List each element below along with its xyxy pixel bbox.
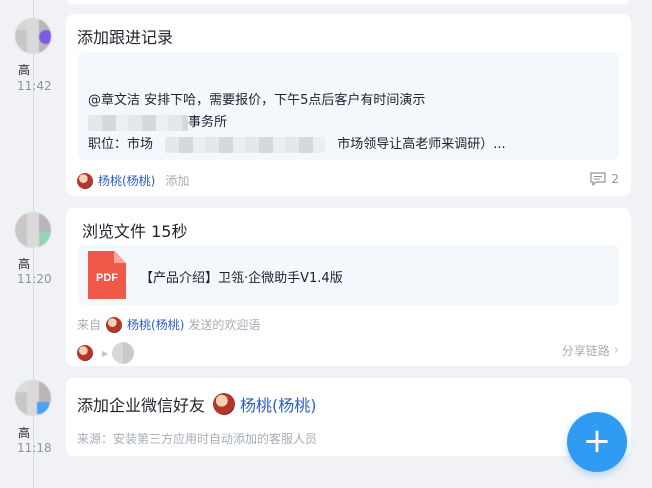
pdf-fold-icon xyxy=(114,251,126,263)
user-avatar xyxy=(112,342,135,364)
plus-icon: + xyxy=(582,420,612,461)
redacted-text xyxy=(165,136,326,153)
timestamp: 11:42 xyxy=(17,79,52,93)
previous-card xyxy=(66,0,631,4)
follow-up-card: 添加跟进记录 @章文洁 安排下哈，需要报价，下午5点后客户有时间演示 事务所 职… xyxy=(66,14,631,196)
comment-count: 2 xyxy=(611,172,619,186)
card-title-row: 添加企业微信好友 杨桃(杨桃) xyxy=(77,392,317,416)
avatar xyxy=(15,212,51,248)
file-name: 【产品介绍】卫瓴·企微助手V1.4版 xyxy=(140,271,343,286)
note-line: 事务所 xyxy=(88,111,227,131)
action-label: 添加 xyxy=(165,174,190,188)
add-button[interactable]: + xyxy=(567,412,627,472)
user-avatar xyxy=(213,393,236,415)
user-link[interactable]: 杨桃(杨桃) xyxy=(127,316,184,333)
comment-button[interactable]: 2 xyxy=(590,172,619,186)
note-box[interactable]: @章文洁 安排下哈，需要报价，下午5点后客户有时间演示 事务所 职位：市场 市场… xyxy=(78,52,619,160)
avatar xyxy=(15,18,51,54)
user-link[interactable]: 杨桃(杨桃) xyxy=(98,172,155,189)
timestamp: 11:18 xyxy=(17,441,52,455)
from-prefix: 来自 xyxy=(77,318,102,332)
author-name: 高 xyxy=(18,63,31,77)
from-suffix: 发送的欢迎语 xyxy=(188,318,261,332)
sender-line: 来自 杨桃(杨桃) 发送的欢迎语 xyxy=(77,316,260,333)
user-link[interactable]: 杨桃(杨桃) xyxy=(240,392,317,416)
share-chain-link[interactable]: 分享链路 › xyxy=(562,342,619,359)
timestamp: 11:20 xyxy=(17,272,52,286)
user-avatar xyxy=(77,172,93,189)
author-name: 高 xyxy=(18,426,31,440)
source-line: 来源：安装第三方应用时自动添加的客服人员 xyxy=(77,430,317,447)
source-text: 来源：安装第三方应用时自动添加的客服人员 xyxy=(77,432,318,446)
user-chip: 杨桃(杨桃) 添加 xyxy=(77,172,189,189)
card-title: 添加企业微信好友 xyxy=(77,396,206,415)
author-name: 高 xyxy=(18,257,31,271)
arrow-right-icon: ▶ xyxy=(102,348,109,358)
card-title: 浏览文件 15秒 xyxy=(82,222,188,241)
redacted-text xyxy=(88,114,188,131)
share-chain-label: 分享链路 xyxy=(561,344,610,358)
file-box[interactable]: PDF 【产品介绍】卫瓴·企微助手V1.4版 xyxy=(78,245,619,305)
comment-icon xyxy=(590,172,606,186)
user-avatar xyxy=(106,316,123,333)
note-line: 职位：市场 市场领导让高老师来调研）... xyxy=(88,133,506,153)
share-avatars: ▶ xyxy=(77,342,135,364)
note-fragment: 事务所 xyxy=(188,115,228,130)
file-view-card: 浏览文件 15秒 PDF 【产品介绍】卫瓴·企微助手V1.4版 来自 杨桃(杨桃… xyxy=(66,208,631,366)
user-avatar xyxy=(77,345,93,361)
note-line: @章文洁 安排下哈，需要报价，下午5点后客户有时间演示 xyxy=(88,93,426,108)
add-friend-card: 添加企业微信好友 杨桃(杨桃) 来源：安装第三方应用时自动添加的客服人员 xyxy=(66,378,631,456)
note-fragment: 职位：市场 xyxy=(88,137,154,152)
avatar xyxy=(15,380,51,416)
chevron-right-icon: › xyxy=(613,343,619,358)
note-fragment: 市场领导让高老师来调研）... xyxy=(337,137,506,152)
card-title: 添加跟进记录 xyxy=(77,28,174,47)
